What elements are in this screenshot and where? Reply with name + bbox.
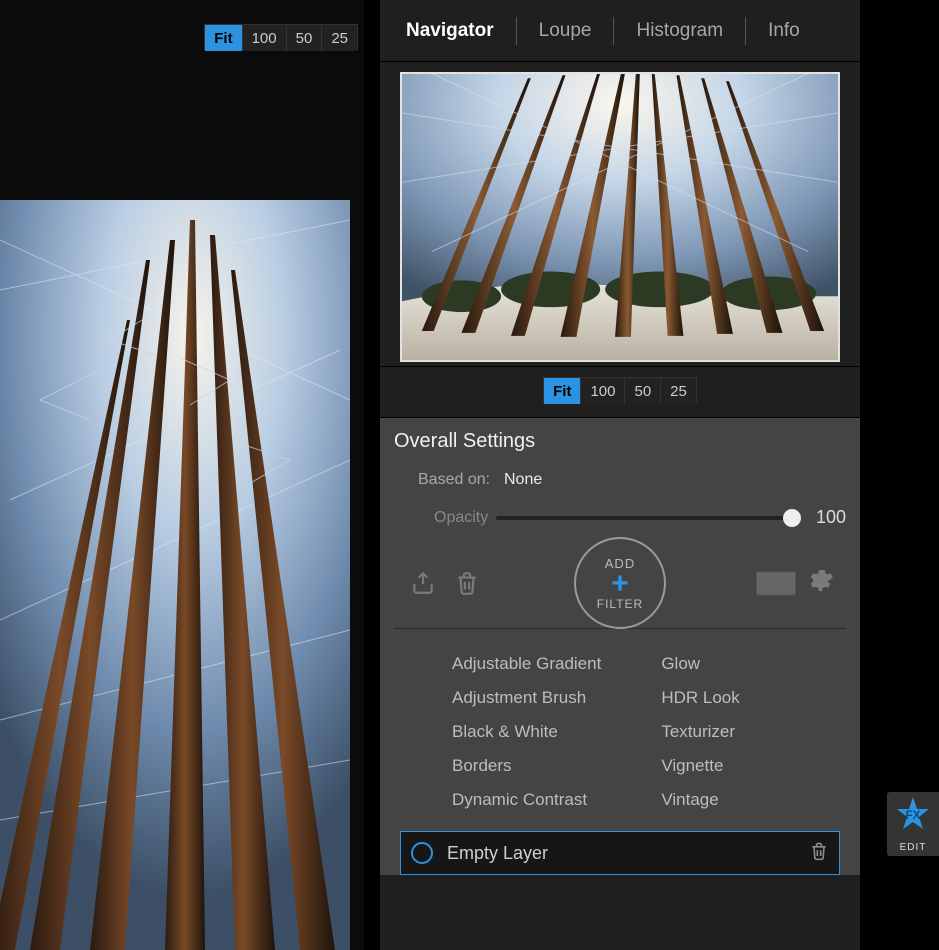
navigator-zoom-bar: Fit 100 50 25 [543, 377, 697, 403]
filter-item[interactable]: Dynamic Contrast [452, 783, 601, 817]
filter-item[interactable]: HDR Look [661, 681, 739, 715]
right-panel: Navigator Loupe Histogram Info [380, 0, 860, 950]
tab-loupe[interactable]: Loupe [517, 20, 614, 42]
filter-item[interactable]: Vintage [661, 783, 739, 817]
opacity-slider-knob[interactable] [783, 509, 801, 527]
filter-item[interactable]: Vignette [661, 749, 739, 783]
nav-zoom-25-button[interactable]: 25 [660, 378, 696, 404]
nav-zoom-100-button[interactable]: 100 [580, 378, 624, 404]
navigator-zoom-bar-row: Fit 100 50 25 [380, 367, 860, 418]
filter-item[interactable]: Adjustable Gradient [452, 647, 601, 681]
overall-settings-panel: Overall Settings Based on: None Opacity … [380, 418, 860, 875]
based-on-row: Based on: None [394, 471, 846, 489]
main-canvas-pane: Fit 100 50 25 [0, 0, 364, 950]
trash-icon[interactable] [450, 566, 484, 600]
add-filter-button[interactable]: ADD + FILTER [574, 537, 666, 629]
tab-navigator[interactable]: Navigator [384, 20, 516, 42]
canvas-image[interactable] [0, 200, 350, 950]
navigator-preview-container [380, 62, 860, 367]
layer-delete-icon[interactable] [809, 841, 829, 866]
opacity-slider[interactable] [496, 516, 792, 520]
tab-info[interactable]: Info [746, 20, 822, 42]
layer-name[interactable]: Empty Layer [447, 843, 809, 864]
export-icon[interactable] [406, 566, 440, 600]
gear-icon[interactable] [806, 567, 834, 600]
opacity-row: Opacity 100 [394, 507, 846, 528]
filter-item[interactable]: Texturizer [661, 715, 739, 749]
settings-actions: ADD + FILTER [394, 538, 846, 628]
filter-item[interactable]: Glow [661, 647, 739, 681]
zoom-100-button[interactable]: 100 [242, 25, 286, 51]
settings-right-actions [756, 567, 834, 600]
based-on-label: Based on: [394, 471, 504, 489]
nav-zoom-50-button[interactable]: 50 [624, 378, 660, 404]
filters-column-2: Glow HDR Look Texturizer Vignette Vintag… [661, 647, 739, 817]
zoom-25-button[interactable]: 25 [321, 25, 357, 51]
filter-item[interactable]: Black & White [452, 715, 601, 749]
filters-column-1: Adjustable Gradient Adjustment Brush Bla… [452, 647, 601, 817]
mask-swatch[interactable] [756, 571, 796, 595]
panel-tabs: Navigator Loupe Histogram Info [380, 0, 860, 62]
layer-visibility-toggle[interactable] [411, 842, 433, 864]
navigator-preview[interactable] [400, 72, 840, 362]
opacity-value: 100 [806, 507, 846, 528]
opacity-label: Opacity [434, 509, 488, 527]
plus-icon: + [611, 572, 629, 596]
fx-icon: FX [893, 795, 933, 840]
zoom-50-button[interactable]: 50 [286, 25, 322, 51]
fx-edit-dock[interactable]: FX EDIT [887, 792, 939, 856]
fx-edit-label: EDIT [900, 842, 927, 853]
based-on-value[interactable]: None [504, 471, 542, 489]
filters-list: Adjustable Gradient Adjustment Brush Bla… [394, 629, 846, 831]
overall-settings-title: Overall Settings [394, 430, 846, 453]
main-zoom-bar: Fit 100 50 25 [204, 24, 358, 50]
tab-histogram[interactable]: Histogram [614, 20, 745, 42]
zoom-fit-button[interactable]: Fit [205, 25, 241, 51]
filter-item[interactable]: Adjustment Brush [452, 681, 601, 715]
nav-zoom-fit-button[interactable]: Fit [544, 378, 580, 404]
svg-text:FX: FX [905, 808, 920, 822]
filter-item[interactable]: Borders [452, 749, 601, 783]
add-filter-label-bottom: FILTER [597, 597, 643, 611]
layer-row[interactable]: Empty Layer [400, 831, 840, 875]
